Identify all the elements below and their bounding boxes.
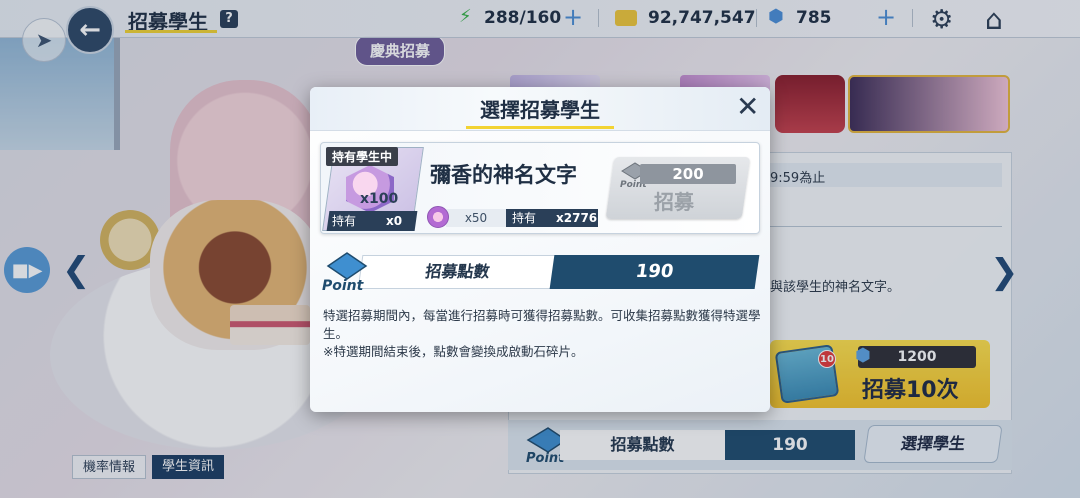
cost-quantity: x50 xyxy=(446,209,506,227)
close-icon[interactable]: ✕ xyxy=(736,92,759,122)
svg-text:Point: Point xyxy=(322,278,365,294)
have-count: x2776 xyxy=(556,211,598,225)
description-note: ※特選期間結束後，點數會變換成啟動石碎片。 xyxy=(323,344,584,359)
recruit-button-label: 招募 xyxy=(654,190,694,214)
point-icon: Point xyxy=(322,252,368,294)
owned-student-tag: 持有學生中 xyxy=(326,147,399,166)
item-quantity: x100 xyxy=(360,191,399,207)
points-label: 招募點數 xyxy=(357,255,558,289)
have-label: 持有 xyxy=(512,211,537,225)
recruit-cost: 200 xyxy=(640,164,736,184)
item-owned-label: 持有 xyxy=(332,214,357,228)
item-name: 彌香的神名文字 xyxy=(430,163,577,187)
dialog-description: 特選招募期間內，每當進行招募時可獲得招募點數。可收集招募點數獲得特選學生。 ※特… xyxy=(323,307,763,361)
item-owned-count: x0 xyxy=(386,214,403,228)
eleph-icon xyxy=(427,206,449,228)
points-value: 190 xyxy=(549,255,760,289)
dialog-title: 選擇招募學生 xyxy=(480,98,600,122)
description-line: 特選招募期間內，每當進行招募時可獲得招募點數。可收集招募點數獲得特選學生。 xyxy=(323,308,761,341)
select-recruit-student-dialog: 選擇招募學生 ✕ 持有學生中 x100 持有 x0 彌香的神名文字 x50 持有… xyxy=(310,87,770,412)
title-underline xyxy=(466,126,614,129)
